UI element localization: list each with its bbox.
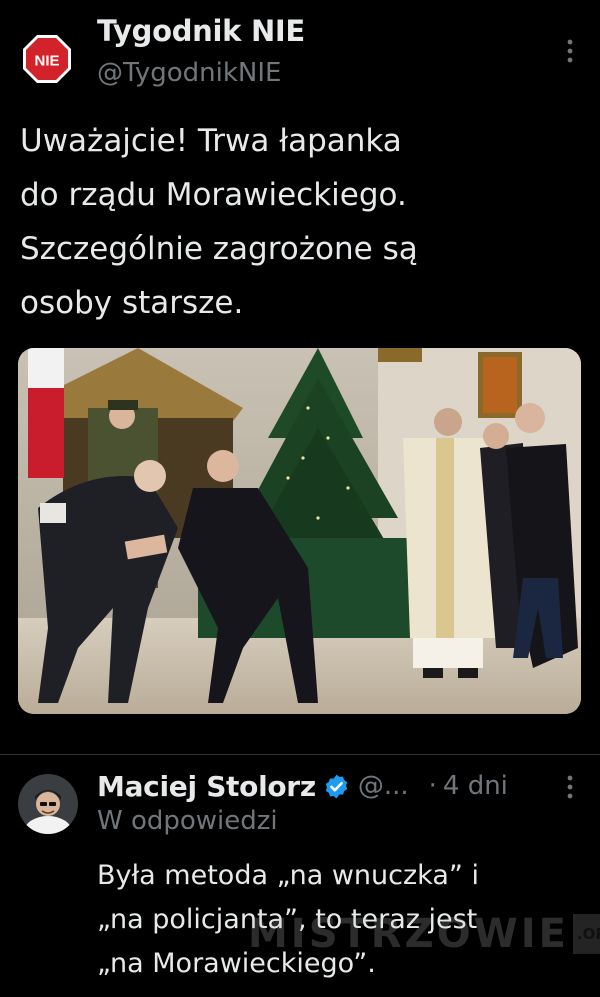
reply-context: W odpowiedzi <box>97 806 278 836</box>
author-handle[interactable]: @TygodnikNIE <box>97 58 281 88</box>
author-display-name[interactable]: Tygodnik NIE <box>97 14 305 48</box>
verified-badge-icon <box>325 774 348 798</box>
nie-logo-icon: NIE <box>23 35 71 83</box>
reply-author-handle[interactable]: @... <box>358 771 409 801</box>
tweet-photo[interactable] <box>18 348 581 714</box>
reply-more-options-icon[interactable] <box>560 774 580 800</box>
reply-tweet: Maciej Stolorz @... · 4 dni W odpowiedzi… <box>0 756 600 997</box>
reply-timestamp[interactable]: 4 dni <box>443 771 508 801</box>
photo-illustration <box>18 348 581 714</box>
more-options-icon[interactable] <box>560 38 580 64</box>
nie-logo-avatar[interactable]: NIE <box>22 34 72 84</box>
tweet-text: Uważajcie! Trwa łapanka do rządu Morawie… <box>20 123 418 321</box>
reply-author-name[interactable]: Maciej Stolorz <box>97 770 316 803</box>
reply-avatar-image <box>18 774 78 834</box>
reply-separator: · <box>428 771 437 801</box>
tweet-divider <box>0 754 600 755</box>
nie-logo-text: NIE <box>34 53 59 70</box>
reply-text: Była metoda „na wnuczka” i „na policjant… <box>97 860 479 979</box>
reply-header: Maciej Stolorz @... · 4 dni <box>97 764 508 808</box>
reply-avatar[interactable] <box>18 774 78 834</box>
main-tweet: NIE Tygodnik NIE @TygodnikNIE Uważajcie!… <box>0 0 600 755</box>
